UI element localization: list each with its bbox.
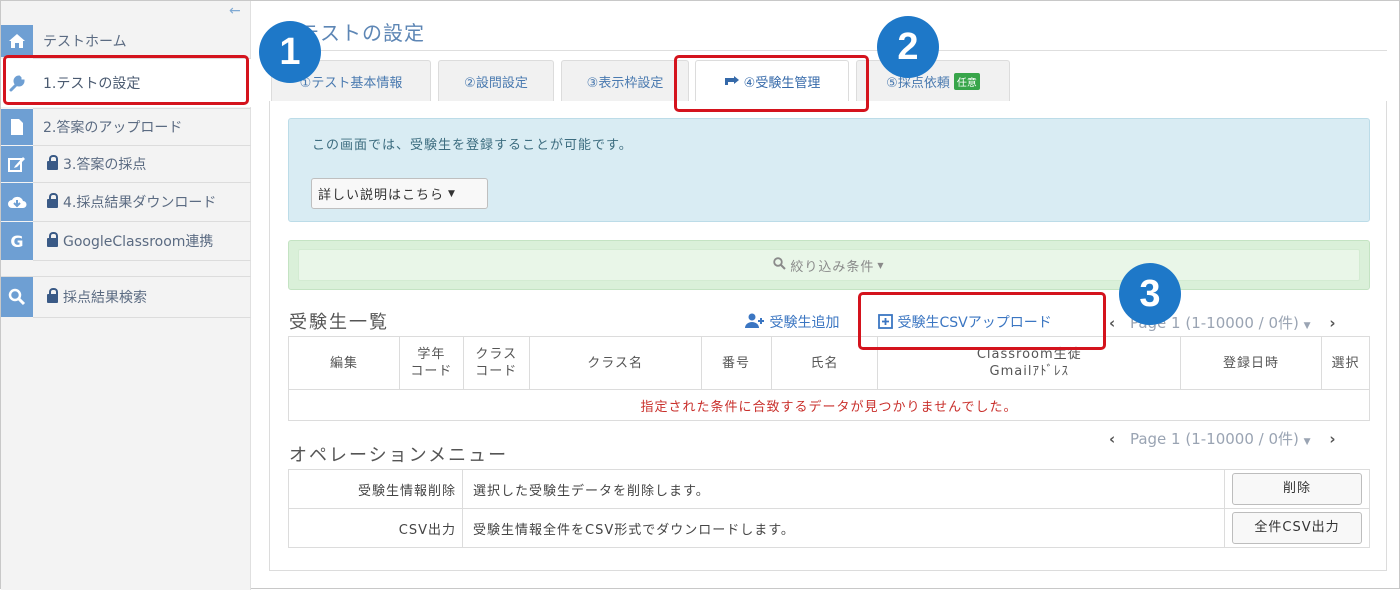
export-csv-button[interactable]: 全件CSV出力 [1232, 512, 1362, 544]
info-text: この画面では、受験生を登録することが可能です。 [312, 138, 633, 153]
tab-grading-request[interactable]: ⑤採点依頼 任意 [856, 60, 1010, 101]
lock-icon [47, 232, 58, 247]
file-icon [1, 109, 33, 145]
sidebar-item-text: 採点結果検索 [63, 290, 147, 306]
divider [33, 317, 251, 318]
edit-icon [1, 146, 33, 182]
operation-name: 受験生情報削除 [288, 469, 463, 509]
sidebar-item-grading[interactable]: 3.答案の採点 [1, 146, 251, 182]
lock-icon [47, 288, 58, 303]
sidebar-item-label: 採点結果検索 [33, 287, 147, 307]
divider [33, 260, 251, 261]
column-label: クラス コード [475, 347, 518, 379]
operation-description: 受験生情報全件をCSV形式でダウンロードします。 [462, 508, 1225, 548]
app-window: ← テストホーム 1.テストの設定 2.答案のアップロード 3.答案の採点 4.… [0, 0, 1400, 590]
column-label: 氏名 [810, 355, 839, 371]
column-header: クラス名 [528, 336, 702, 390]
column-label: Classroom生徒 Gmailｱﾄﾞﾚｽ [976, 347, 1082, 379]
operation-action: 全件CSV出力 [1224, 508, 1370, 548]
callout-2: 2 [877, 16, 939, 78]
filter-toggle[interactable]: 絞り込み条件 ▼ [298, 249, 1360, 281]
sidebar-item-text: 4.採点結果ダウンロード [63, 195, 217, 211]
column-header-select[interactable]: 選択 [1320, 336, 1371, 390]
highlight-box [674, 55, 869, 112]
sidebar-item-download-results[interactable]: 4.採点結果ダウンロード [1, 183, 251, 221]
callout-3: 3 [1119, 263, 1181, 325]
sidebar-item-label: テストホーム [43, 34, 127, 50]
sidebar-item-label: 2.答案のアップロード [43, 120, 183, 136]
sidebar-item-text: 3.答案の採点 [63, 157, 147, 173]
search-icon [773, 256, 787, 274]
caret-down-icon: ▼ [448, 188, 456, 199]
sidebar-item-upload-answers[interactable]: 2.答案のアップロード [1, 109, 251, 145]
column-label: 学年 コード [410, 347, 453, 379]
sidebar-item-text: GoogleClassroom連携 [63, 234, 214, 250]
column-label: 選択 [1331, 355, 1360, 371]
column-header: 学年 コード [398, 336, 464, 390]
table-row: 指定された条件に合致するデータが見つかりませんでした。 [288, 389, 1370, 421]
tab-question-settings[interactable]: ②設問設定 [438, 60, 554, 101]
caret-down-icon[interactable]: ▼ [1304, 437, 1311, 447]
column-label: 編集 [329, 355, 358, 371]
student-table: 編集 学年 コード クラス コード クラス名 番号 氏名 Classroom生徒… [288, 336, 1371, 421]
home-icon [1, 25, 33, 57]
chevron-right-icon[interactable]: › [1329, 430, 1335, 448]
pager-text[interactable]: Page 1 (1-10000 / 0件) [1130, 430, 1299, 448]
tab-display-frame[interactable]: ③表示枠設定 [561, 60, 689, 101]
optional-badge: 任意 [953, 72, 980, 90]
search-icon [1, 277, 33, 317]
highlight-box [858, 292, 1106, 350]
column-label: クラス名 [587, 355, 644, 371]
table-row: CSV出力 受験生情報全件をCSV形式でダウンロードします。 全件CSV出力 [288, 508, 1370, 548]
add-student-link[interactable]: 受験生追加 [745, 312, 839, 332]
chevron-right-icon[interactable]: › [1329, 314, 1335, 332]
column-label: 登録日時 [1223, 355, 1280, 371]
details-dropdown-button[interactable]: 詳しい説明はこちら ▼ [311, 178, 488, 209]
lock-icon [47, 155, 58, 170]
add-student-label: 受験生追加 [769, 315, 840, 331]
sidebar-item-test-home[interactable]: テストホーム [1, 25, 251, 57]
operations-heading: オペレーションメニュー [289, 445, 509, 466]
cloud-download-icon [1, 183, 33, 221]
highlight-box [3, 55, 249, 105]
sidebar-item-label: GoogleClassroom連携 [33, 231, 213, 251]
arrow-left-icon[interactable]: ← [229, 3, 241, 19]
divider [269, 50, 1387, 51]
sidebar-item-label: 3.答案の採点 [33, 154, 146, 174]
details-button-label: 詳しい説明はこちら [318, 188, 445, 203]
column-header: 番号 [700, 336, 772, 390]
operations-table: 受験生情報削除 選択した受験生データを削除します。 削除 CSV出力 受験生情報… [288, 469, 1370, 548]
operation-action: 削除 [1224, 469, 1370, 509]
caret-down-icon: ▼ [877, 260, 885, 270]
chevron-left-icon[interactable]: ‹ [1109, 430, 1115, 448]
pager: ‹ Page 1 (1-10000 / 0件) ▼ › [1109, 428, 1336, 449]
table-header-row: 編集 学年 コード クラス コード クラス名 番号 氏名 Classroom生徒… [288, 336, 1371, 390]
callout-1: 1 [259, 21, 321, 83]
column-header: 登録日時 [1180, 336, 1322, 390]
sidebar-item-google-classroom[interactable]: G GoogleClassroom連携 [1, 222, 251, 260]
operation-description: 選択した受験生データを削除します。 [462, 469, 1225, 509]
column-header: クラス コード [462, 336, 530, 390]
lock-icon [47, 193, 58, 208]
column-header: 編集 [288, 336, 400, 390]
empty-message: 指定された条件に合致するデータが見つかりませんでした。 [288, 389, 1370, 421]
sidebar-item-label: 4.採点結果ダウンロード [33, 192, 216, 212]
column-label: 番号 [722, 355, 751, 371]
caret-down-icon[interactable]: ▼ [1304, 321, 1311, 331]
delete-button[interactable]: 削除 [1232, 473, 1362, 505]
student-list-heading: 受験生一覧 [289, 312, 389, 333]
google-icon: G [1, 222, 33, 260]
user-plus-icon [745, 313, 769, 331]
filter-label: 絞り込み条件 [790, 259, 875, 275]
operation-name: CSV出力 [288, 508, 463, 548]
table-row: 受験生情報削除 選択した受験生データを削除します。 削除 [288, 469, 1370, 509]
chevron-left-icon[interactable]: ‹ [1109, 314, 1115, 332]
sidebar-item-search-results[interactable]: 採点結果検索 [1, 277, 251, 317]
